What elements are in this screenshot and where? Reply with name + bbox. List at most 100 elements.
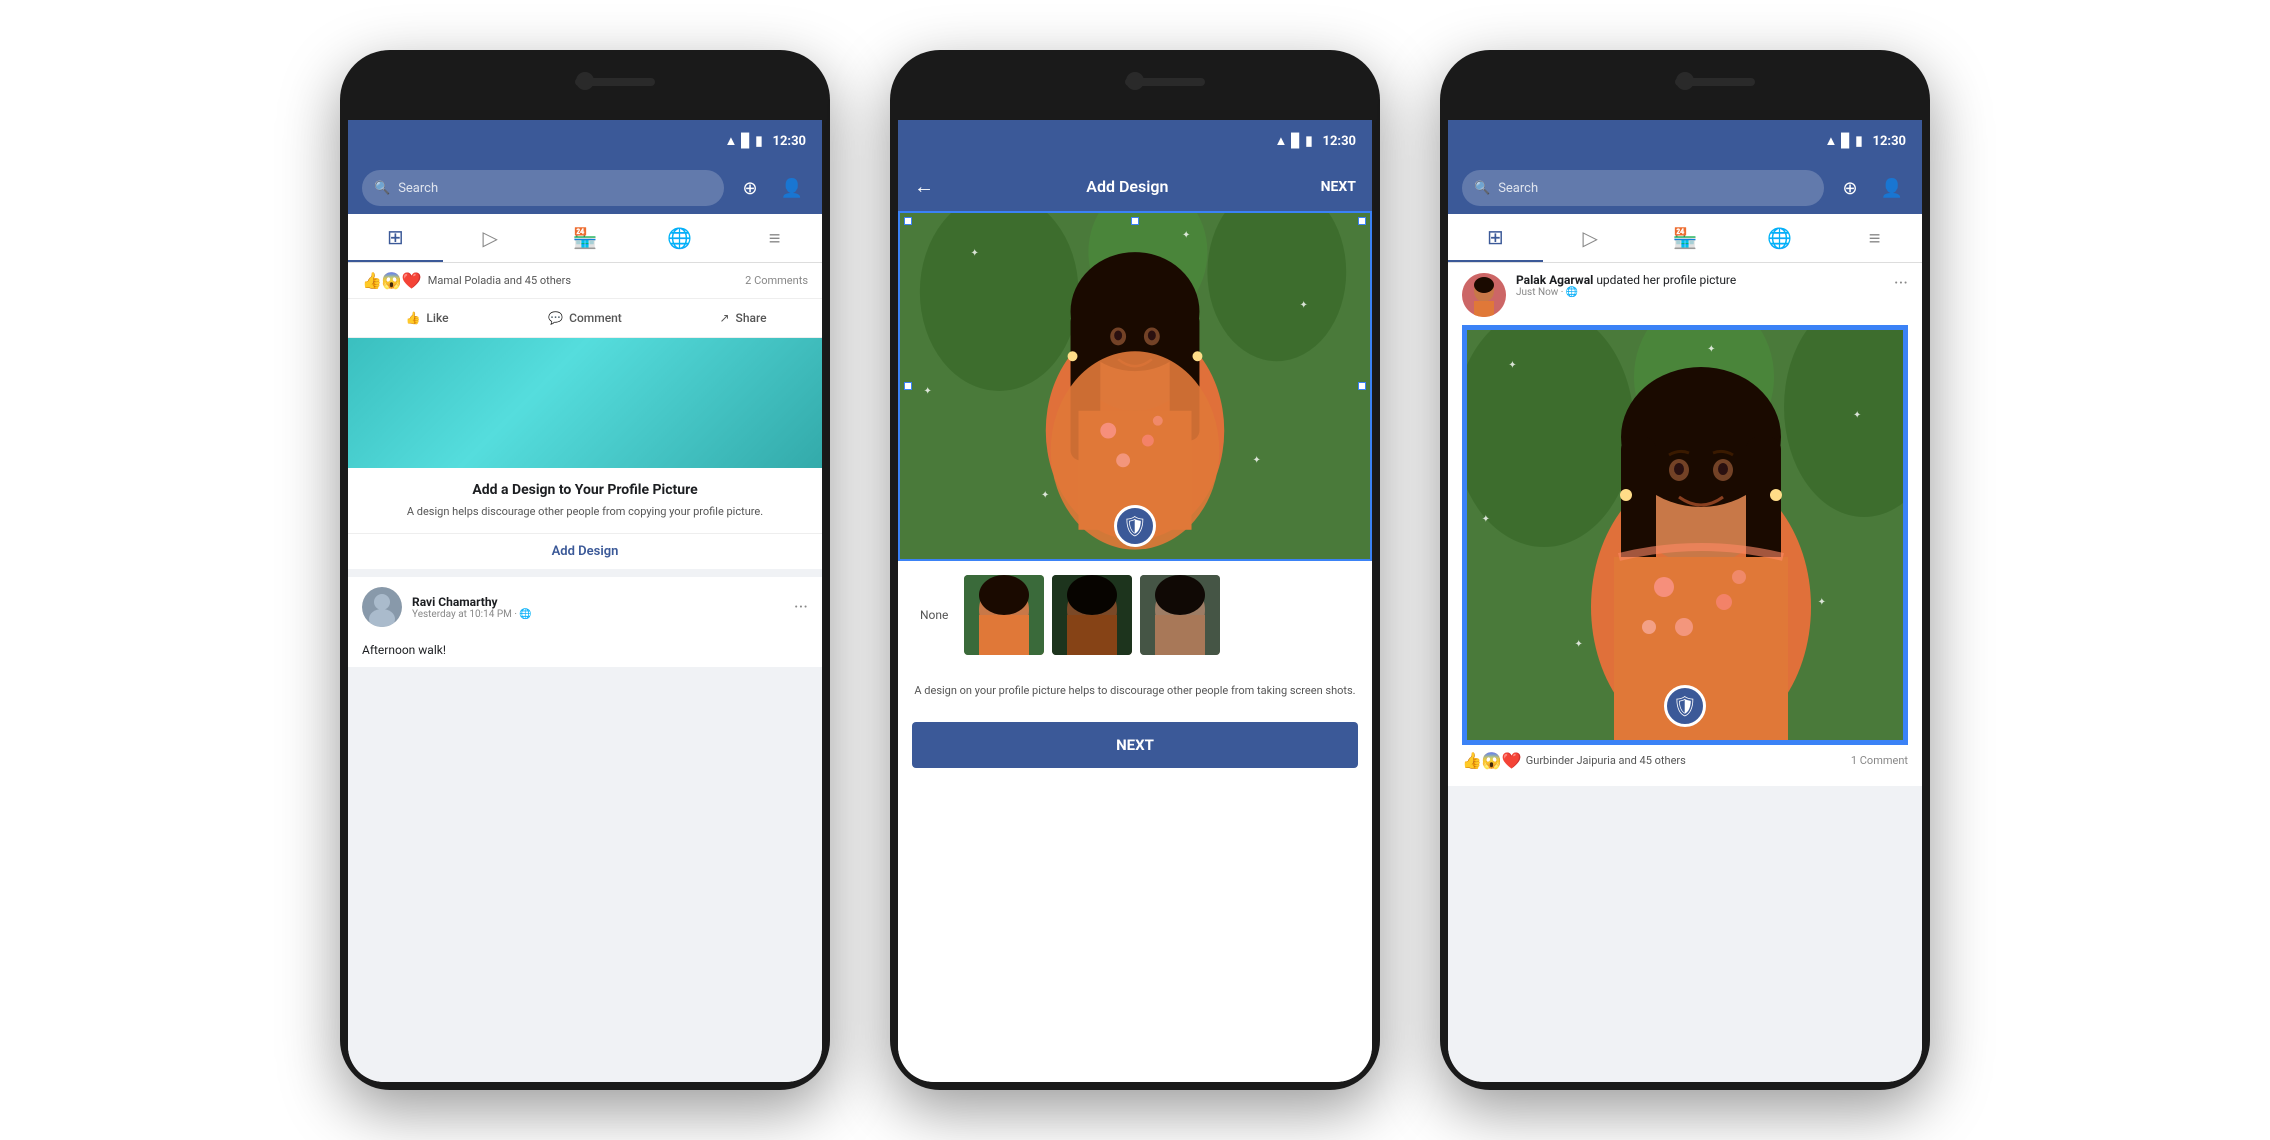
add-design-header: ← Add Design NEXT — [898, 162, 1372, 211]
ravi-more-icon[interactable]: ··· — [794, 597, 808, 618]
status-bar-1: ▲ ▊ ▮ 12:30 — [348, 120, 822, 162]
option-none[interactable]: None — [912, 600, 956, 630]
palak-name: Palak Agarwal updated her profile pictur… — [1516, 273, 1884, 287]
reactions-text-3: Gurbinder Jaipuria and 45 others — [1526, 754, 1686, 767]
reactions-text-1: Mamal Poladia and 45 others — [428, 274, 745, 287]
phone-3: ▲ ▊ ▮ 12:30 🔍 Search ⊕ 👤 ⊞ ▷ 🏪 — [1440, 50, 1930, 1090]
feature-desc: A design helps discourage other people f… — [362, 504, 808, 519]
fb-tabs-3: ⊞ ▷ 🏪 🌐 ≡ — [1448, 214, 1922, 263]
search-icon-3: 🔍 — [1474, 181, 1490, 196]
palak-more-icon[interactable]: ··· — [1894, 273, 1908, 294]
search-bar-1[interactable]: 🔍 Search — [362, 170, 724, 206]
design-option-1[interactable] — [964, 575, 1044, 655]
palak-photo-svg — [1464, 327, 1908, 745]
phone-speaker-3 — [1675, 78, 1755, 86]
status-icons-3: ▲ ▊ ▮ 12:30 — [1824, 133, 1906, 149]
comments-count-1: 2 Comments — [745, 274, 808, 287]
search-bar-3[interactable]: 🔍 Search — [1462, 170, 1824, 206]
tab-video-3[interactable]: ▷ — [1543, 214, 1638, 262]
fb-tabs-1: ⊞ ▷ 🏪 🌐 ≡ — [348, 214, 822, 263]
time-1: 12:30 — [773, 134, 807, 149]
status-icons-1: ▲ ▊ ▮ 12:30 — [724, 133, 806, 149]
reaction-emojis-1: 👍😱❤️ — [362, 271, 422, 290]
next-button[interactable]: NEXT — [912, 722, 1358, 768]
resize-mr — [1358, 382, 1366, 390]
palak-header: Palak Agarwal updated her profile pictur… — [1462, 273, 1908, 317]
feature-title: Add a Design to Your Profile Picture — [362, 482, 808, 498]
share-btn-1[interactable]: ↗ Share — [664, 299, 822, 337]
battery-icon-3: ▮ — [1855, 134, 1862, 149]
reactions-left: 👍😱❤️ Gurbinder Jaipuria and 45 others — [1462, 751, 1686, 770]
palak-avatar — [1462, 273, 1506, 317]
feed-1: 👍😱❤️ Mamal Poladia and 45 others 2 Comme… — [348, 263, 822, 1082]
tab-newsfeed-3[interactable]: ⊞ — [1448, 214, 1543, 262]
search-icon-1: 🔍 — [374, 181, 390, 196]
feature-post-card: 👍😱❤️ Mamal Poladia and 45 others 2 Comme… — [348, 263, 822, 569]
ravi-post-text: Afternoon walk! — [348, 637, 822, 667]
resize-tc — [1131, 217, 1139, 225]
scene: ▲ ▊ ▮ 12:30 🔍 Search ⊕ 👤 ⊞ ▷ 🏪 — [0, 0, 2270, 1140]
profile-preview: ✦ ✦ ✦ ✦ ✦ ✦ 🛡 — [898, 211, 1372, 561]
friends-icon-3[interactable]: 👤 — [1876, 172, 1908, 204]
phone-speaker — [575, 78, 655, 86]
search-text-1: Search — [398, 181, 438, 196]
wifi-icon-3: ▲ — [1824, 133, 1837, 149]
action-buttons-1: 👍 Like 💬 Comment ↗ Share — [348, 299, 822, 338]
wifi-icon-1: ▲ — [724, 133, 737, 149]
palak-time: Just Now · 🌐 — [1516, 287, 1884, 298]
phone-speaker-2 — [1125, 78, 1205, 86]
time-2: 12:30 — [1323, 134, 1357, 149]
fb-navbar-1: 🔍 Search ⊕ 👤 — [348, 162, 822, 214]
signal-icon-1: ▊ — [741, 134, 751, 149]
ravi-time: Yesterday at 10:14 PM · 🌐 — [412, 609, 784, 620]
tab-globe-1[interactable]: 🌐 — [632, 214, 727, 262]
tab-video-1[interactable]: ▷ — [443, 214, 538, 262]
tab-newsfeed-1[interactable]: ⊞ — [348, 214, 443, 262]
phone-1: ▲ ▊ ▮ 12:30 🔍 Search ⊕ 👤 ⊞ ▷ 🏪 — [340, 50, 830, 1090]
friends-icon-1[interactable]: 👤 — [776, 172, 808, 204]
messenger-icon-1[interactable]: ⊕ — [734, 172, 766, 204]
battery-icon-2: ▮ — [1305, 134, 1312, 149]
add-design-next-btn[interactable]: NEXT — [1321, 179, 1356, 195]
phone-3-screen: ▲ ▊ ▮ 12:30 🔍 Search ⊕ 👤 ⊞ ▷ 🏪 — [1448, 120, 1922, 1082]
resize-tr — [1358, 217, 1366, 225]
design-option-3[interactable] — [1140, 575, 1220, 655]
feature-banner: f 🛡 ❤️ — [348, 338, 822, 468]
feed-3: Palak Agarwal updated her profile pictur… — [1448, 263, 1922, 1082]
feature-text: Add a Design to Your Profile Picture A d… — [348, 468, 822, 533]
tab-marketplace-1[interactable]: 🏪 — [538, 214, 633, 262]
like-btn-1[interactable]: 👍 Like — [348, 299, 506, 337]
phone-1-screen: ▲ ▊ ▮ 12:30 🔍 Search ⊕ 👤 ⊞ ▷ 🏪 — [348, 120, 822, 1082]
comments-count-3: 1 Comment — [1851, 754, 1908, 767]
back-arrow-btn[interactable]: ← — [914, 174, 934, 199]
ravi-meta: Ravi Chamarthy Yesterday at 10:14 PM · 🌐 — [412, 595, 784, 620]
status-bar-2: ▲ ▊ ▮ 12:30 — [898, 120, 1372, 162]
tab-menu-1[interactable]: ≡ — [727, 214, 822, 262]
ravi-post: Ravi Chamarthy Yesterday at 10:14 PM · 🌐… — [348, 577, 822, 667]
tab-marketplace-3[interactable]: 🏪 — [1638, 214, 1733, 262]
comment-btn-1[interactable]: 💬 Comment — [506, 299, 664, 337]
shield-overlay-3: 🛡 — [1664, 685, 1706, 727]
status-icons-2: ▲ ▊ ▮ 12:30 — [1274, 133, 1356, 149]
status-bar-3: ▲ ▊ ▮ 12:30 — [1448, 120, 1922, 162]
ravi-avatar — [362, 587, 402, 627]
palak-post: Palak Agarwal updated her profile pictur… — [1448, 263, 1922, 786]
design-content: ✦ ✦ ✦ ✦ ✦ ✦ 🛡 — [898, 211, 1372, 1082]
resize-ml — [904, 382, 912, 390]
phone-2-screen: ▲ ▊ ▮ 12:30 ← Add Design NEXT — [898, 120, 1372, 1082]
signal-icon-3: ▊ — [1841, 134, 1851, 149]
design-option-2[interactable] — [1052, 575, 1132, 655]
tab-globe-3[interactable]: 🌐 — [1732, 214, 1827, 262]
add-design-title: Add Design — [1086, 177, 1168, 196]
add-design-btn[interactable]: Add Design — [348, 533, 822, 569]
palak-reactions: 👍😱❤️ Gurbinder Jaipuria and 45 others 1 … — [1462, 745, 1908, 776]
design-options: None — [898, 561, 1372, 669]
time-3: 12:30 — [1873, 134, 1907, 149]
messenger-icon-3[interactable]: ⊕ — [1834, 172, 1866, 204]
ravi-avatar-img — [362, 587, 402, 627]
reaction-emojis-3: 👍😱❤️ — [1462, 751, 1522, 770]
tab-menu-3[interactable]: ≡ — [1827, 214, 1922, 262]
ravi-name: Ravi Chamarthy — [412, 595, 784, 609]
shield-overlay: 🛡 — [1114, 505, 1156, 547]
banner-bg — [348, 338, 822, 468]
